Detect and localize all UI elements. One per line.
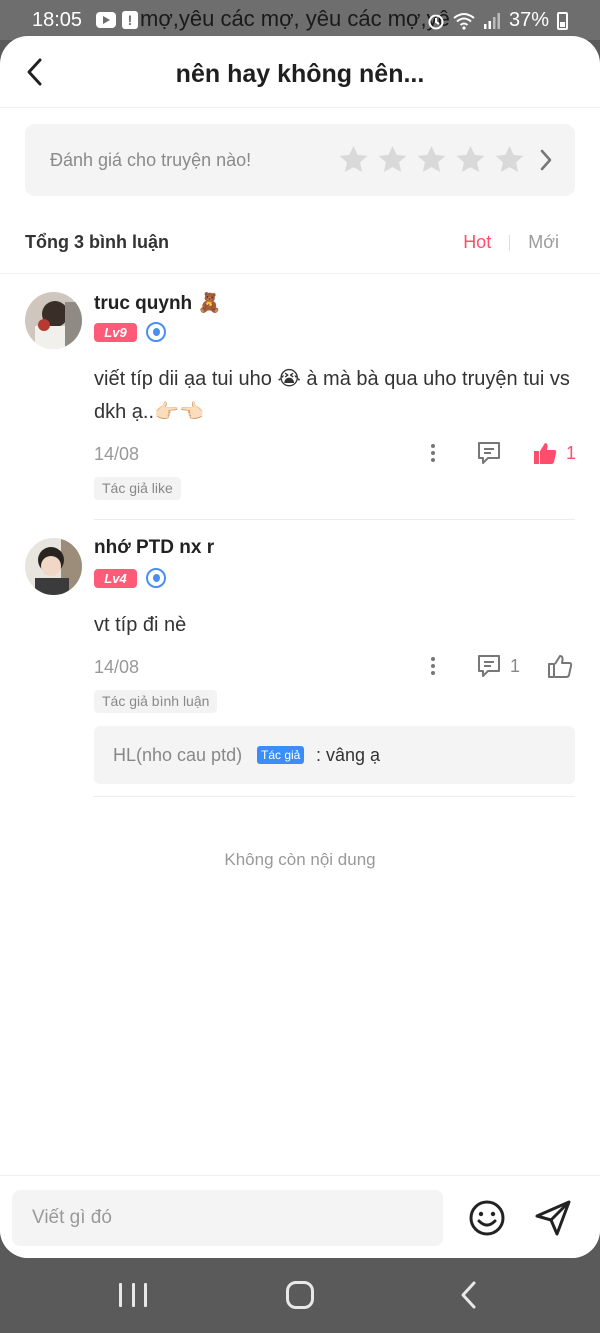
droplet-badge-icon — [146, 322, 166, 342]
send-icon — [535, 1200, 571, 1236]
thumbs-up-icon — [548, 655, 573, 678]
divider — [0, 273, 600, 274]
signal-icon — [483, 12, 500, 29]
comment-divider — [94, 519, 575, 520]
comments-count-row: Tổng 3 bình luận Hot Mới — [25, 232, 575, 256]
level-badge: Lv9 — [94, 323, 137, 342]
avatar[interactable] — [25, 538, 82, 595]
tab-new[interactable]: Mới — [528, 232, 559, 253]
chevron-left-icon — [461, 1281, 476, 1309]
star-icon[interactable] — [337, 144, 370, 176]
comment-content: viết típ dii ạa tui uho 😭 à mà bà qua uh… — [94, 368, 570, 423]
star-icon[interactable] — [415, 144, 448, 176]
tab-hot[interactable]: Hot — [463, 232, 491, 253]
battery-percent: 37% — [508, 9, 549, 31]
author-reply[interactable]: HL(nho cau ptd) Tác giả : vâng ạ — [94, 726, 575, 784]
comment-date: 14/08 — [94, 444, 140, 464]
star-icon[interactable] — [454, 144, 487, 176]
more-options-button[interactable] — [424, 654, 442, 678]
star-icon[interactable] — [493, 144, 526, 176]
comment-date: 14/08 — [94, 657, 140, 677]
status-time: 18:05 — [32, 9, 83, 31]
emoji-button[interactable] — [467, 1198, 507, 1238]
youtube-notification-icon — [96, 12, 116, 28]
tab-separator — [509, 234, 511, 251]
rating-stars[interactable] — [337, 144, 526, 176]
comment-input[interactable] — [12, 1190, 443, 1246]
rating-label: Đánh giá cho truyện nào! — [50, 150, 252, 170]
comment-content: vt típ đi nè — [94, 614, 187, 636]
chevron-right-icon — [540, 149, 552, 171]
smiley-icon — [469, 1200, 505, 1236]
reply-count: 1 — [510, 655, 521, 676]
comment-username[interactable]: truc quynh 🧸 — [94, 291, 221, 315]
author-tag-badge: Tác giả — [257, 746, 305, 764]
comment-total: Tổng 3 bình luận — [25, 232, 169, 252]
comment-icon — [478, 655, 500, 677]
comment-divider — [94, 796, 575, 797]
author-like-tag: Tác giả like — [94, 477, 181, 500]
more-options-button[interactable] — [424, 441, 442, 465]
thumbs-up-filled-icon — [534, 443, 557, 464]
author-comment-tag: Tác giả bình luận — [94, 690, 218, 713]
comment-username[interactable]: nhớ PTD nx r — [94, 537, 214, 559]
star-icon[interactable] — [376, 144, 409, 176]
reply-text: : vâng ạ — [316, 745, 381, 765]
reply-button[interactable] — [476, 439, 510, 467]
comments-sheet: nên hay không nên... Đánh giá cho truyện… — [0, 36, 600, 1258]
like-button[interactable]: 1 — [532, 439, 576, 467]
like-button[interactable] — [547, 652, 581, 680]
reply-author-name[interactable]: HL(nho cau ptd) — [113, 745, 242, 766]
comment-composer — [0, 1175, 600, 1258]
home-button[interactable] — [286, 1281, 314, 1309]
comment-icon — [478, 442, 500, 464]
system-back-button[interactable] — [458, 1280, 480, 1310]
reply-button[interactable]: 1 — [476, 652, 520, 680]
alert-notification-icon: ! — [122, 11, 138, 29]
header: nên hay không nên... — [0, 36, 600, 108]
avatar[interactable] — [25, 292, 82, 349]
status-bar: 18:05 ! mợ,yêu các mợ, yêu các mợ,yê 37% — [0, 0, 600, 40]
like-count: 1 — [566, 442, 577, 463]
wifi-icon — [453, 12, 475, 30]
status-right-cluster: 37% — [427, 9, 568, 32]
rating-bar[interactable]: Đánh giá cho truyện nào! — [25, 124, 575, 196]
recent-apps-button[interactable] — [119, 1283, 147, 1307]
end-of-list-note: Không còn nội dung — [224, 850, 376, 869]
system-nav-bar — [0, 1258, 600, 1333]
droplet-badge-icon — [146, 568, 166, 588]
sort-tabs: Hot Mới — [463, 232, 559, 253]
battery-icon — [557, 11, 568, 30]
level-badge: Lv4 — [94, 569, 137, 588]
status-background-text: mợ,yêu các mợ, yêu các mợ,yê — [140, 6, 450, 31]
page-title: nên hay không nên... — [175, 60, 425, 88]
alarm-icon — [428, 14, 444, 29]
send-button[interactable] — [533, 1198, 573, 1238]
